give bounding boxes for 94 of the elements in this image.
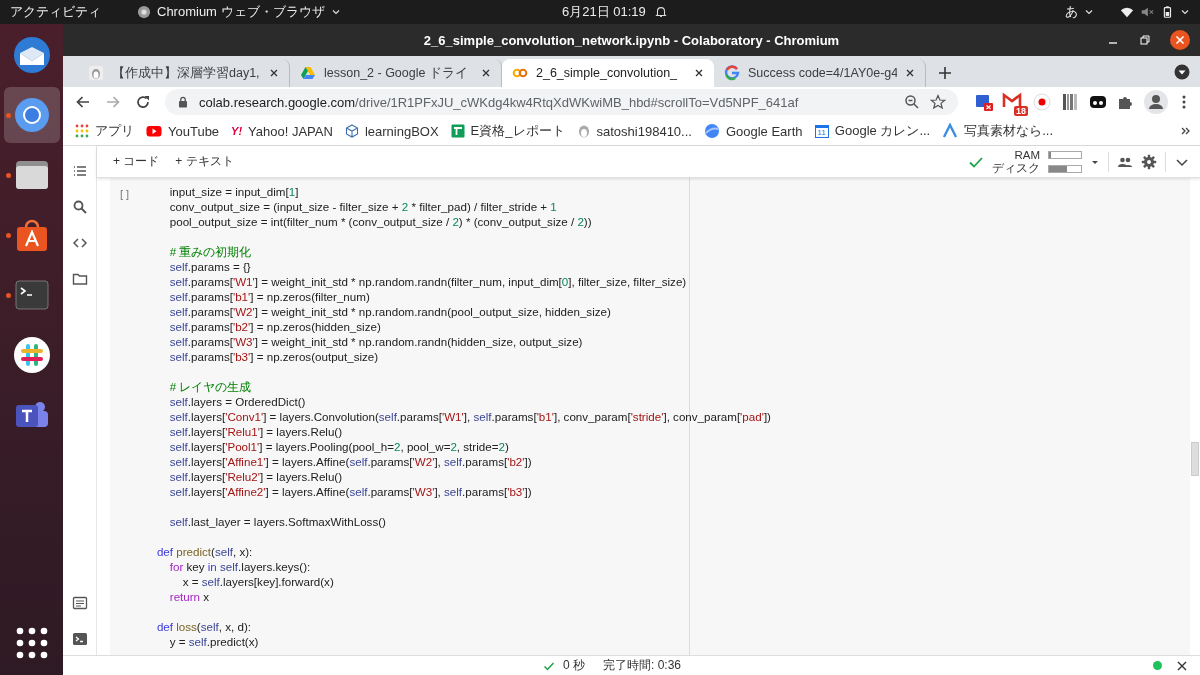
dock-item[interactable]	[3, 87, 60, 143]
sheet-icon	[450, 124, 465, 138]
back-icon[interactable]	[75, 94, 91, 110]
bookmark[interactable]: E資格_レポート	[450, 122, 565, 140]
code-line: for key in self.layers.keys():	[168, 560, 311, 573]
code-line: self.layers['Relu2'] = layers.Relu()	[168, 470, 343, 483]
code-line: conv_output_size = (input_size - filter_size + 2 * filter_pad) / filter_stride + 1	[168, 200, 557, 213]
code-line: input_size = input_dim[1]	[168, 185, 299, 198]
resource-label: ディスク	[992, 161, 1040, 175]
list-icon[interactable]	[71, 163, 88, 179]
close-icon[interactable]	[905, 68, 915, 78]
caret-icon	[1180, 7, 1190, 17]
caret-icon	[1084, 7, 1094, 17]
caret-icon	[330, 7, 341, 17]
code-line: self.layers['Relu1'] = layers.Relu()	[168, 425, 343, 438]
window-title: 2_6_simple_convolution_network.ipynb - Colaboratory - Chromium	[423, 32, 840, 48]
count-badge: 18	[1014, 106, 1028, 116]
code-line: x = self.layers[key].forward(x)	[181, 575, 334, 588]
bookmark[interactable]: 11 Google カレン...	[814, 122, 931, 140]
code-line: pool_output_size = int(filter_num * (conv_output_size / 2) * (conv_output_size / 2))	[168, 215, 592, 228]
bookmark[interactable]: Google Earth	[703, 123, 803, 139]
close-icon[interactable]	[1176, 659, 1188, 672]
input-method[interactable]: あ	[1065, 3, 1078, 21]
grid-icon	[75, 124, 89, 138]
code-line: self.last_layer = layers.SoftmaxWithLoss()	[168, 515, 386, 528]
code-line: self.params['W1'] = weight_init_std * np.random.randn(filter_num, input_dim[0], filter_size, filter_size)	[168, 275, 687, 288]
bell-icon	[653, 5, 668, 19]
avatar-icon[interactable]	[1144, 90, 1168, 114]
zoom-out-icon[interactable]	[904, 94, 920, 110]
code-line: self.params = {}	[168, 260, 251, 273]
run-status[interactable]: [ ]	[120, 188, 130, 200]
code-line: def loss(self, x, d):	[155, 620, 251, 633]
mail-bird-icon	[11, 35, 52, 75]
app-menu[interactable]: Chromium ウェブ・ブラウザ	[157, 3, 325, 21]
code-line: self.layers['Conv1'] = layers.Convolution(self.params['W1'], self.params['b1'], conv_param['stride'], conv_param['pad'])	[168, 410, 771, 423]
code-line: self.layers['Affine1'] = layers.Affine(self.params['W2'], self.params['b2'])	[168, 455, 532, 468]
add-text-button[interactable]: + テキスト	[169, 151, 240, 172]
finish-time: 完了時間: 0:36	[603, 657, 682, 674]
code-line: self.params['W2'] = weight_init_std * np.random.randn(pool_output_size, hidden_size)	[168, 305, 611, 318]
tab-list-icon[interactable]	[1174, 64, 1190, 80]
code-line: # レイヤの生成	[168, 380, 252, 393]
code-line: self.params['b3'] = np.zeros(output_size)	[168, 350, 379, 363]
square-badge-icon[interactable]	[974, 92, 994, 112]
close-icon[interactable]	[481, 68, 491, 78]
code-line: y = self.predict(x)	[168, 635, 259, 648]
star-icon[interactable]	[930, 94, 946, 110]
folder-icon[interactable]	[71, 271, 88, 287]
restore-icon[interactable]	[1138, 33, 1152, 47]
code-line: def predict(self, x):	[155, 545, 253, 558]
hash-icon	[11, 335, 52, 375]
lock-icon	[177, 96, 189, 108]
more-icon[interactable]	[1180, 125, 1192, 137]
new-tab-icon[interactable]	[938, 66, 952, 80]
bookmark[interactable]: アプリ	[75, 122, 134, 140]
code-line: self.layers['Pool1'] = layers.Pooling(pool_h=2, pool_w=2, stride=2)	[168, 440, 509, 453]
close-icon[interactable]	[694, 68, 704, 78]
close-icon[interactable]	[269, 68, 279, 78]
reload-icon[interactable]	[135, 94, 151, 110]
code-line: self.params['W3'] = weight_init_std * np.random.randn(hidden_size, output_size)	[168, 335, 583, 348]
duration-text: 0 秒	[563, 657, 585, 674]
add-code-button[interactable]: + コード	[107, 151, 166, 172]
record-icon[interactable]	[1032, 92, 1052, 112]
triangle-icon	[300, 65, 316, 81]
terminal-icon[interactable]	[71, 631, 88, 647]
bookmark[interactable]: YouTube	[146, 123, 220, 139]
bookmark[interactable]: 写真素材なら...	[942, 122, 1054, 140]
bookmark[interactable]: learningBOX	[344, 123, 439, 139]
bookmark[interactable]: Y! Yahoo! JAPAN	[231, 123, 333, 139]
wifi-icon	[1120, 5, 1134, 19]
code-line: self.layers = OrderedDict()	[168, 395, 306, 408]
code-line: self.params['b1'] = np.zeros(filter_num)	[168, 290, 370, 303]
settings-icon[interactable]	[1141, 153, 1157, 170]
code-line: self.layers['Affine2'] = layers.Affine(self.params['W3'], self.params['b3'])	[168, 485, 532, 498]
speaker-icon	[1140, 5, 1154, 19]
clock[interactable]: 6月21日 01:19	[562, 3, 646, 21]
code-line: return x	[168, 590, 210, 603]
address-field[interactable]: colab.research.google.com/drive/1R1PFxJU_cWKdg4kw4RtqXdWKwiMB_hbd#scrollTo=Vd5NPF_641af	[165, 89, 958, 115]
activities-button[interactable]: アクティビティ	[10, 3, 101, 21]
play-icon	[146, 123, 162, 139]
scrollbar-thumb[interactable]	[1191, 442, 1199, 476]
bookmark[interactable]: satoshi198410...	[576, 123, 692, 139]
browser-tab[interactable]: 2_6_simple_convolution_	[502, 59, 714, 87]
close-icon[interactable]	[1170, 30, 1190, 50]
command-icon[interactable]	[71, 595, 88, 611]
g-icon	[724, 65, 740, 81]
chromium-icon	[137, 5, 151, 19]
peak-icon	[942, 123, 959, 139]
code-line: # 重みの初期化	[168, 245, 252, 258]
globe-icon	[703, 123, 720, 139]
cube-icon	[344, 124, 359, 138]
search-icon[interactable]	[71, 199, 88, 215]
code-line: self.params['b2'] = np.zeros(hidden_size)	[168, 320, 381, 333]
resource-label: RAM	[1014, 148, 1040, 162]
stripes-icon[interactable]	[1060, 92, 1080, 112]
